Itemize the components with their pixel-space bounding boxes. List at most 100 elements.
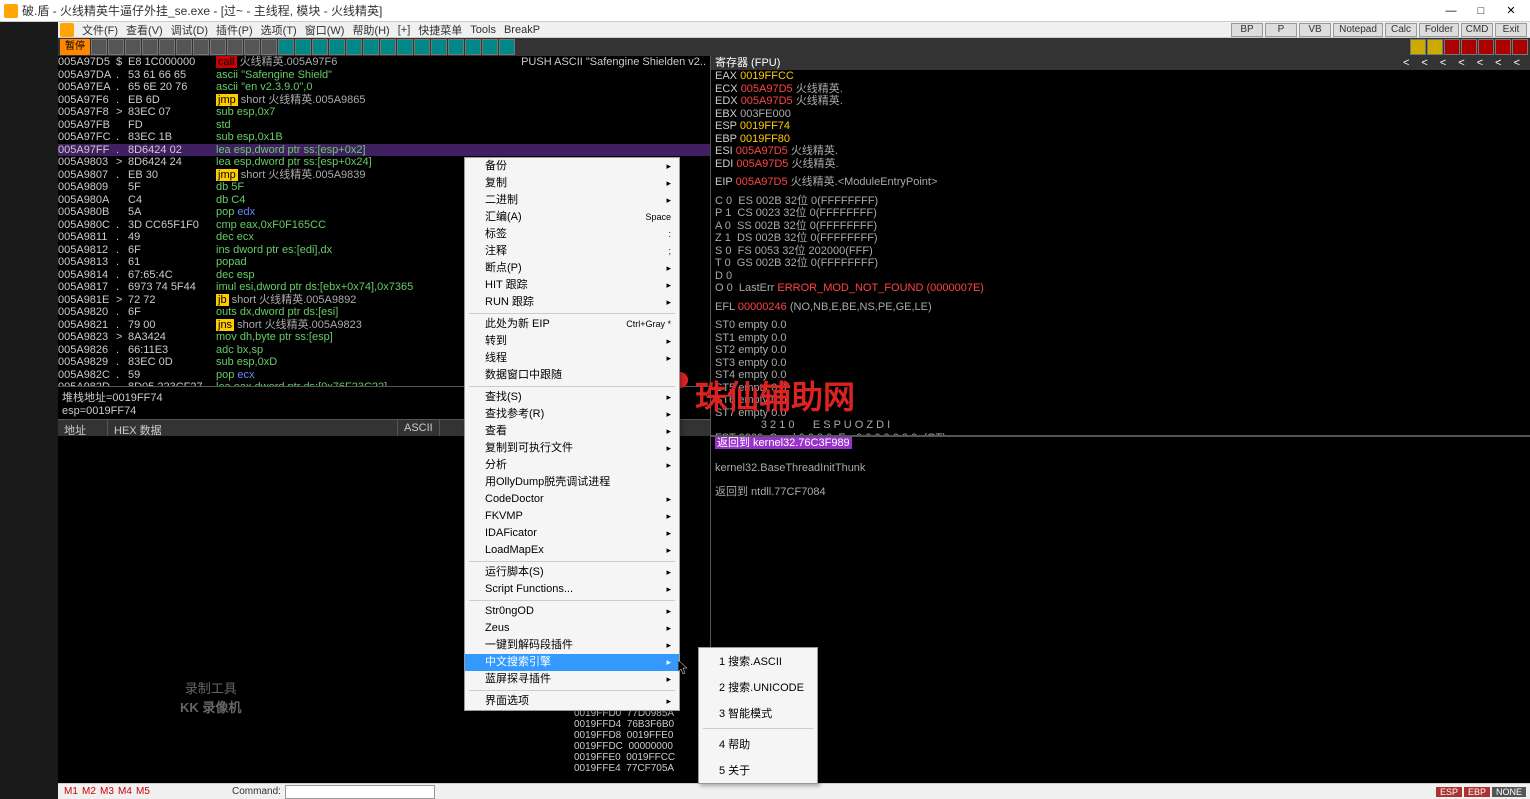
sub-item[interactable]: 2 搜索.UNICODE [699,674,817,700]
sub-item[interactable]: 3 智能模式 [699,700,817,726]
context-menu[interactable]: 备份▸复制▸二进制▸汇编(A)Space标签:注释;断点(P)▸HIT 跟踪▸R… [464,157,680,711]
ctx-item[interactable]: 注释; [465,243,679,260]
menu-window[interactable]: 窗口(W) [305,22,345,38]
command-input[interactable] [285,785,435,799]
tb-thread-icon[interactable] [329,39,345,55]
stack-panel[interactable]: 返回到 kernel32.76C3F989 kernel32.BaseThrea… [711,436,1530,799]
register-line[interactable]: EDI 005A97D5 火线精英. [711,158,1530,171]
menu-view[interactable]: 查看(V) [126,22,163,38]
sb-m3[interactable]: M3 [98,786,116,797]
minimize-button[interactable]: — [1436,2,1466,20]
menu-debug[interactable]: 调试(D) [171,22,208,38]
ctx-item[interactable]: 用OllyDump脱壳调试进程 [465,474,679,491]
ctx-item[interactable]: 此处为新 EIPCtrl+Gray * [465,316,679,333]
register-line[interactable]: EDX 005A97D5 火线精英. [711,95,1530,108]
ctx-item[interactable]: FKVMP▸ [465,508,679,525]
ctx-item[interactable]: 运行脚本(S)▸ [465,564,679,581]
sub-item[interactable]: 4 帮助 [699,731,817,757]
tb-restart-icon[interactable] [108,39,124,55]
register-line[interactable]: EBP 0019FF80 [711,133,1530,146]
tb-run-trace-icon[interactable] [465,39,481,55]
tb-window-icon[interactable] [346,39,362,55]
ctx-item[interactable]: 界面选项▸ [465,693,679,710]
disasm-row[interactable]: 005A97F8>83EC 07sub esp,0x7 [58,106,710,119]
ctx-item[interactable]: LoadMapEx▸ [465,542,679,559]
register-line[interactable]: ESI 005A97D5 火线精英. [711,145,1530,158]
sb-m1[interactable]: M1 [62,786,80,797]
menu-tools[interactable]: Tools [470,24,496,36]
tb-stepinto-icon[interactable] [176,39,192,55]
sb-ebp[interactable]: EBP [1464,787,1490,797]
ctx-item[interactable]: 备份▸ [465,158,679,175]
tb-run-icon[interactable] [142,39,158,55]
ctx-item[interactable]: 二进制▸ [465,192,679,209]
disasm-row[interactable]: 005A97FF.8D6424 02lea esp,dword ptr ss:[… [58,144,710,157]
ctx-item[interactable]: 分析▸ [465,457,679,474]
menu-plus[interactable]: [+] [398,24,411,36]
register-line[interactable]: EBX 003FE000 [711,108,1530,121]
tb-opt2-icon[interactable] [1427,39,1443,55]
ctx-item[interactable]: 中文搜索引擎▸ [465,654,679,671]
reg-nav-prev[interactable]: < [1397,57,1415,70]
ctx-item[interactable]: Script Functions...▸ [465,581,679,598]
ctx-item[interactable]: 蓝屏探寻插件▸ [465,671,679,688]
disasm-row[interactable]: 005A97F6.EB 6Djmp short 火线精英.005A9865 [58,94,710,107]
ext-folder[interactable]: Folder [1419,23,1459,37]
sb-m5[interactable]: M5 [134,786,152,797]
ctx-item[interactable]: 标签: [465,226,679,243]
ctx-item[interactable]: Zeus▸ [465,620,679,637]
tb-ref-icon[interactable] [448,39,464,55]
ctx-item[interactable]: IDAFicator▸ [465,525,679,542]
menu-help[interactable]: 帮助(H) [352,22,389,38]
registers-panel[interactable]: 寄存器 (FPU) < < < < < < < EAX 0019FFCC ECX… [711,56,1530,436]
register-line[interactable]: EAX 0019FFCC [711,70,1530,83]
ctx-item[interactable]: RUN 跟踪▸ [465,294,679,311]
ctx-item[interactable]: 断点(P)▸ [465,260,679,277]
tb-mem-icon[interactable] [295,39,311,55]
sb-none[interactable]: NONE [1492,787,1526,797]
tb-opt1-icon[interactable] [1410,39,1426,55]
ext-cmd[interactable]: CMD [1461,23,1493,37]
tb-debug-icon[interactable] [499,39,515,55]
tb-r2-icon[interactable] [1461,39,1477,55]
menu-options[interactable]: 选项(T) [261,22,297,38]
ctx-item[interactable]: 查看▸ [465,423,679,440]
menu-quick[interactable]: 快捷菜单 [418,22,462,38]
ctx-item[interactable]: 查找(S)▸ [465,389,679,406]
tb-handles-icon[interactable] [363,39,379,55]
maximize-button[interactable]: □ [1466,2,1496,20]
tb-exectil-icon[interactable] [244,39,260,55]
menu-plugin[interactable]: 插件(P) [216,22,253,38]
tb-close-icon[interactable] [125,39,141,55]
disasm-row[interactable]: 005A97DA.53 61 66 65ascii "Safengine Shi… [58,69,710,82]
tb-r5-icon[interactable] [1512,39,1528,55]
disasm-row[interactable]: 005A97FBFDstd [58,119,710,132]
tb-r3-icon[interactable] [1478,39,1494,55]
ctx-item[interactable]: HIT 跟踪▸ [465,277,679,294]
tb-bp-icon[interactable] [431,39,447,55]
tb-pause-icon[interactable] [159,39,175,55]
ctx-item[interactable]: 查找参考(R)▸ [465,406,679,423]
tb-cpu-icon[interactable] [380,39,396,55]
ext-exit[interactable]: Exit [1495,23,1527,37]
ctx-item[interactable]: CodeDoctor▸ [465,491,679,508]
disasm-row[interactable]: 005A97FC.83EC 1Bsub esp,0x1B [58,131,710,144]
menu-breakp[interactable]: BreakP [504,24,540,36]
tb-r1-icon[interactable] [1444,39,1460,55]
ext-p[interactable]: P [1265,23,1297,37]
tb-log-icon[interactable] [278,39,294,55]
ext-calc[interactable]: Calc [1385,23,1417,37]
register-line[interactable]: ESP 0019FF74 [711,120,1530,133]
tb-r4-icon[interactable] [1495,39,1511,55]
tb-stepover-icon[interactable] [193,39,209,55]
ctx-item[interactable]: Str0ngOD▸ [465,603,679,620]
ctx-item[interactable]: 数据窗口中跟随 [465,367,679,384]
submenu-chinese-search[interactable]: 1 搜索.ASCII2 搜索.UNICODE3 智能模式4 帮助5 关于 [698,647,818,784]
sb-m4[interactable]: M4 [116,786,134,797]
ctx-item[interactable]: 线程▸ [465,350,679,367]
sub-item[interactable]: 5 关于 [699,757,817,783]
pause-button[interactable]: 暂停 [60,39,90,55]
tb-call-icon[interactable] [414,39,430,55]
ctx-item[interactable]: 复制到可执行文件▸ [465,440,679,457]
ctx-item[interactable]: 复制▸ [465,175,679,192]
